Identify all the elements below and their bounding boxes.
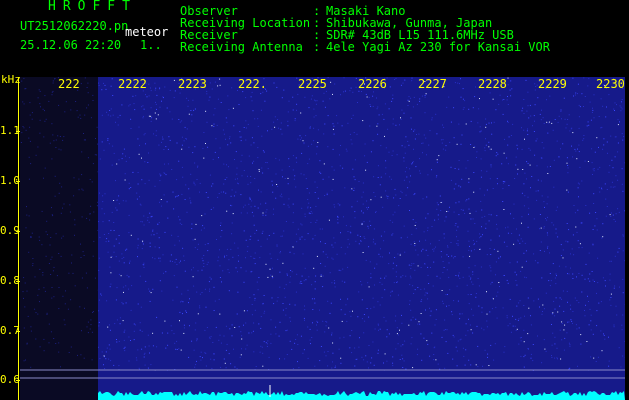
spectrogram-canvas: [20, 77, 625, 400]
freq-tick: [16, 331, 20, 332]
app-title: HROFFT: [48, 0, 137, 14]
meta-separator: :: [313, 40, 321, 54]
time-label: 2226: [358, 77, 387, 91]
time-label: 2227: [418, 77, 447, 91]
freq-tick: [16, 181, 20, 182]
spectrogram: [20, 77, 625, 400]
freq-tick: [16, 281, 20, 282]
freq-tick: [16, 131, 20, 132]
counter: 1..: [140, 38, 162, 52]
time-label: 2223: [178, 77, 207, 91]
datetime: 25.12.06 22:20: [20, 38, 122, 52]
freq-tick: [16, 380, 20, 381]
time-label: 2225: [298, 77, 327, 91]
time-label: 2222: [118, 77, 147, 91]
meta-label: Receiving Antenna: [180, 40, 303, 54]
header: HROFFT UT2512062220.pn meteor 25.12.06 2…: [0, 0, 629, 76]
meta-value: 4ele Yagi Az 230 for Kansai VOR: [326, 40, 550, 54]
time-label: 2230: [596, 77, 625, 91]
filename: UT2512062220.pn: [20, 19, 129, 33]
time-label: 2228: [478, 77, 507, 91]
unit-label: kHz: [1, 73, 21, 86]
time-label: 2229: [538, 77, 567, 91]
time-label: 222: [58, 77, 80, 91]
freq-tick: [16, 231, 20, 232]
event-type: meteor: [125, 25, 169, 39]
time-label: 222.: [238, 77, 267, 91]
